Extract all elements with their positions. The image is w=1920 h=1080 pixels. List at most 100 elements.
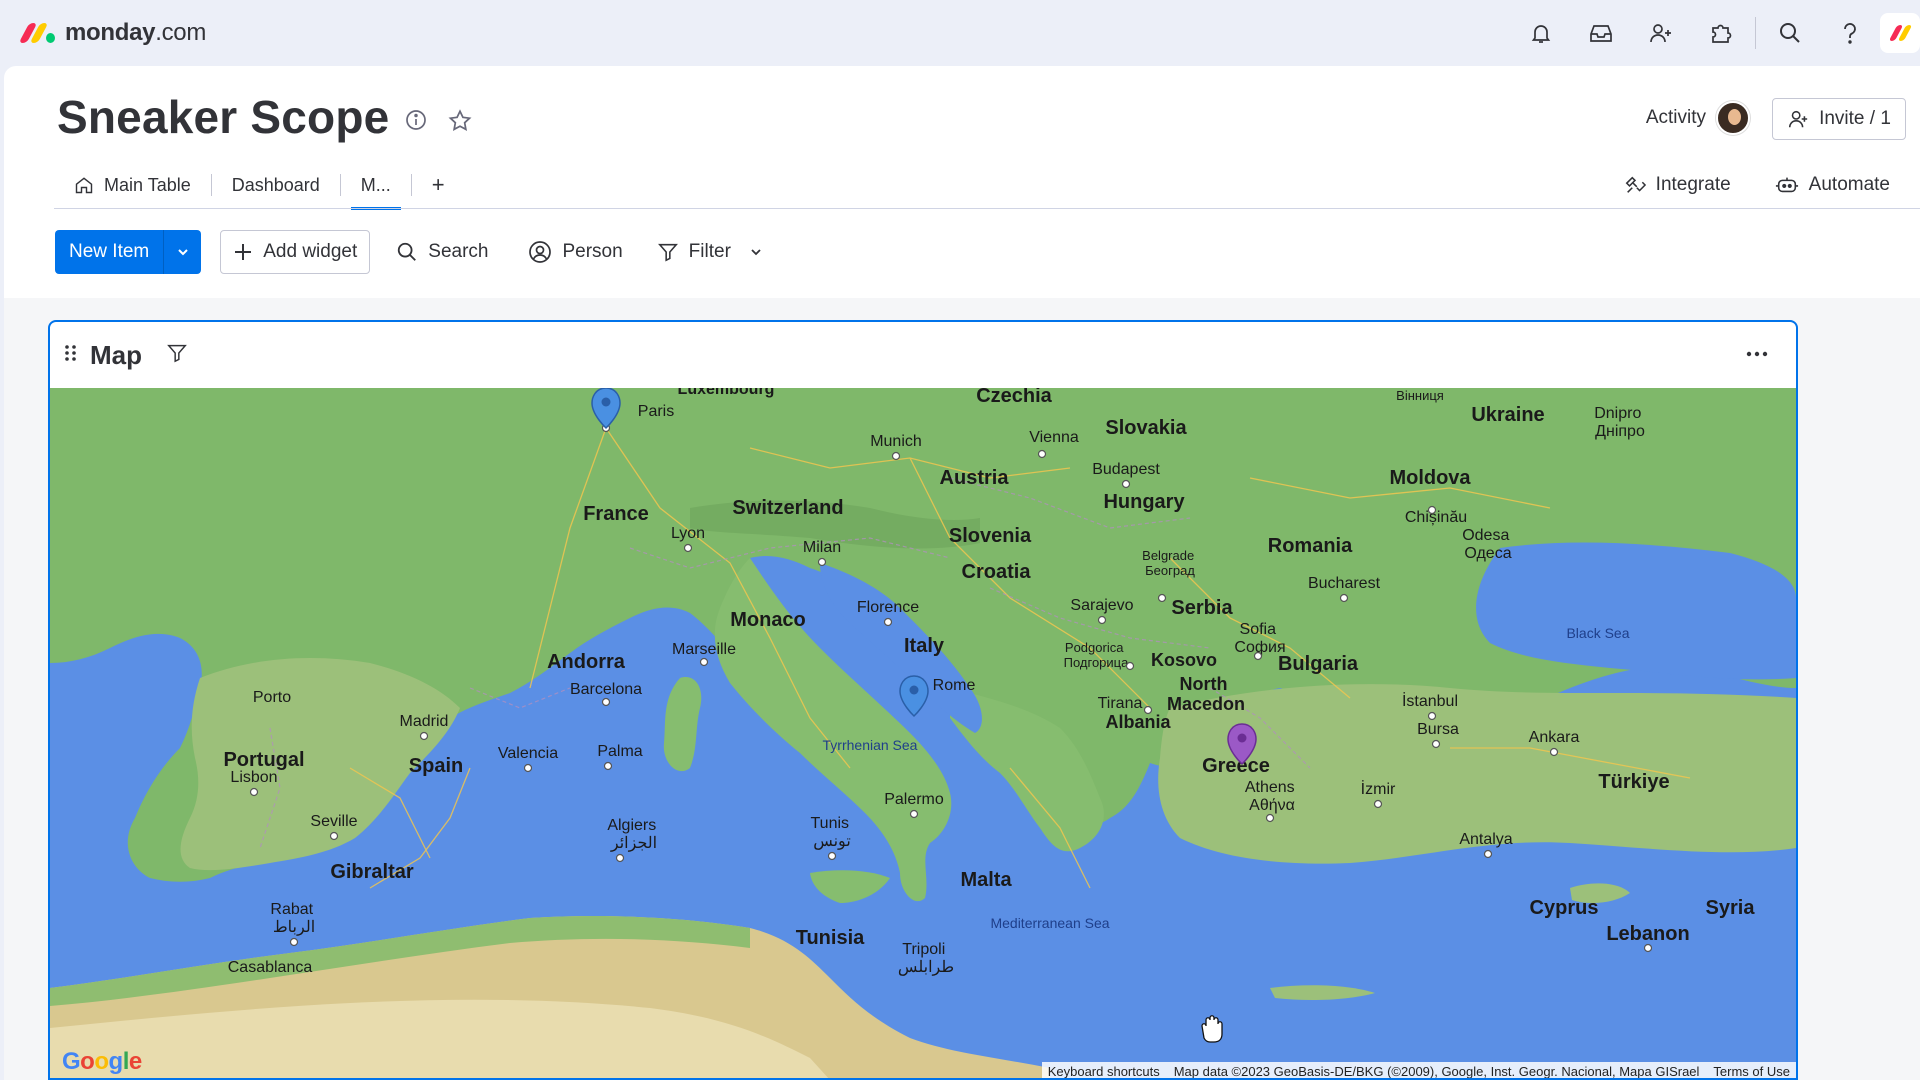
invite-members-icon[interactable]: [1631, 0, 1691, 66]
star-icon[interactable]: [447, 108, 473, 139]
tab-dashboard[interactable]: Dashboard: [222, 164, 330, 206]
map-label-antalya: Antalya: [1459, 831, 1512, 848]
map-label-sofia-line1: Sofia: [1240, 621, 1277, 638]
activity-label: Activity: [1645, 107, 1706, 128]
map-label-czechia: Czechia: [976, 388, 1052, 407]
apps-icon[interactable]: [1691, 0, 1751, 66]
bell-icon[interactable]: [1511, 0, 1571, 66]
tab-label: Dashboard: [231, 174, 320, 195]
map-label-vinnytsia: Вінниця: [1396, 388, 1444, 403]
map-label-vienna: Vienna: [1029, 429, 1079, 446]
person-icon: [529, 241, 552, 263]
map-label-algiers: Algiers الجزائر: [607, 817, 660, 852]
keyboard-shortcuts-link[interactable]: Keyboard shortcuts: [1048, 1064, 1160, 1079]
terms-of-use-link[interactable]: Terms of Use: [1713, 1064, 1790, 1079]
map-label-odesa-line1: Odesa: [1462, 527, 1509, 544]
widget-header: Map: [50, 322, 1796, 388]
map-label-valencia: Valencia: [498, 745, 558, 762]
google-logo: Google: [62, 1048, 142, 1075]
map-label-portugal: Portugal: [223, 749, 304, 771]
map-label-tunis-line2: تونس: [813, 833, 851, 850]
new-item-dropdown-button[interactable]: [163, 230, 201, 274]
add-view-button[interactable]: +: [422, 164, 455, 206]
integrate-button[interactable]: Integrate: [1624, 174, 1731, 196]
map-label-rome: Rome: [933, 677, 976, 694]
map-label-florence: Florence: [857, 599, 919, 616]
map-label-syria: Syria: [1706, 897, 1756, 919]
drag-handle-icon[interactable]: [64, 343, 78, 368]
person-filter-button[interactable]: Person: [528, 240, 623, 264]
map-label-dnipro: Dnipro Дніпро: [1594, 405, 1646, 440]
map-label-tripoli: Tripoli طرابلس: [898, 941, 954, 976]
map-label-athens: Athens Αθήνα: [1245, 779, 1299, 814]
map-footer: Keyboard shortcuts Map data ©2023 GeoBas…: [1041, 1062, 1796, 1079]
integrate-label: Integrate: [1655, 174, 1731, 195]
map-label-seville: Seville: [310, 813, 357, 830]
map-label-bucharest: Bucharest: [1308, 575, 1381, 592]
map-label-budapest: Budapest: [1092, 461, 1160, 478]
chevron-down-icon[interactable]: [749, 245, 763, 259]
tab-label: Main Table: [104, 174, 191, 195]
map-label-munich: Munich: [870, 433, 922, 450]
more-options-icon[interactable]: [1746, 344, 1768, 362]
filter-button[interactable]: Filter: [657, 241, 763, 263]
board-title[interactable]: Sneaker Scope: [57, 90, 389, 144]
map-label-andorra: Andorra: [547, 651, 626, 673]
map-label-rabat: Rabat الرباط: [270, 901, 317, 936]
map-canvas[interactable]: Luxembourg Czechia Вінниця Paris Ukraine…: [50, 388, 1796, 1079]
info-icon[interactable]: [404, 108, 428, 137]
map-label-belgrade: Belgrade Београд: [1142, 548, 1198, 578]
map-label-milan: Milan: [803, 539, 841, 556]
invite-label: Invite / 1: [1819, 108, 1891, 129]
map-label-sofia: Sofia София: [1234, 621, 1285, 656]
search-icon[interactable]: [1760, 0, 1820, 66]
map-label-palermo: Palermo: [884, 791, 944, 808]
activity-button[interactable]: Activity: [1646, 101, 1750, 135]
map-label-algiers-line1: Algiers: [607, 817, 656, 834]
avatar: [1716, 101, 1750, 135]
map-label-tripoli-line2: طرابلس: [898, 959, 954, 976]
map-label-tunis-line1: Tunis: [811, 815, 850, 832]
filter-label: Filter: [688, 241, 731, 262]
account-logo-icon[interactable]: [1880, 13, 1920, 53]
map-label-croatia: Croatia: [962, 561, 1032, 583]
invite-button[interactable]: Invite / 1: [1772, 98, 1906, 140]
search-label: Search: [428, 241, 489, 262]
map-label-istanbul: İstanbul: [1402, 691, 1458, 710]
map-label-kosovo: Kosovo: [1151, 650, 1217, 670]
map-label-france: France: [583, 503, 649, 525]
help-icon[interactable]: [1820, 0, 1880, 66]
map-label-chisinau: Chișinău: [1405, 509, 1467, 526]
map-label-athens-line2: Αθήνα: [1249, 797, 1295, 814]
search-button[interactable]: Search: [396, 241, 488, 263]
automate-button[interactable]: Automate: [1775, 174, 1890, 196]
top-divider: [1755, 17, 1756, 49]
map-label-madrid: Madrid: [400, 713, 449, 730]
map-label-izmir: İzmir: [1361, 779, 1396, 798]
map-label-podgorica: Podgorica Подгорица: [1064, 640, 1129, 670]
top-bar: monday.com: [0, 0, 1920, 66]
map-label-palma: Palma: [597, 743, 642, 760]
map-label-austria: Austria: [940, 467, 1010, 489]
map-label-dnipro-line1: Dnipro: [1594, 405, 1641, 422]
map-label-odesa-line2: Одеса: [1464, 545, 1511, 562]
invite-person-icon: [1789, 110, 1808, 128]
tab-divider: [339, 174, 341, 196]
map-label-algiers-line2: الجزائر: [610, 835, 657, 852]
inbox-icon[interactable]: [1571, 0, 1631, 66]
map-label-lyon: Lyon: [671, 525, 705, 542]
add-widget-button[interactable]: Add widget: [220, 230, 371, 274]
tab-main-table[interactable]: Main Table: [64, 164, 201, 206]
map-label-ankara: Ankara: [1529, 729, 1580, 746]
person-label: Person: [562, 241, 623, 262]
tab-map[interactable]: M...: [350, 164, 401, 210]
map-label-monaco: Monaco: [730, 609, 806, 631]
filter-icon[interactable]: [166, 342, 188, 369]
map-label-bulgaria: Bulgaria: [1278, 653, 1359, 675]
map-label-slovakia: Slovakia: [1105, 417, 1187, 439]
map-label-rabat-line2: الرباط: [273, 919, 315, 936]
new-item-button[interactable]: New Item: [55, 230, 163, 274]
filter-icon: [657, 243, 678, 262]
map-label-tunis: Tunis تونس: [811, 815, 854, 850]
monday-logo[interactable]: monday.com: [18, 19, 206, 47]
